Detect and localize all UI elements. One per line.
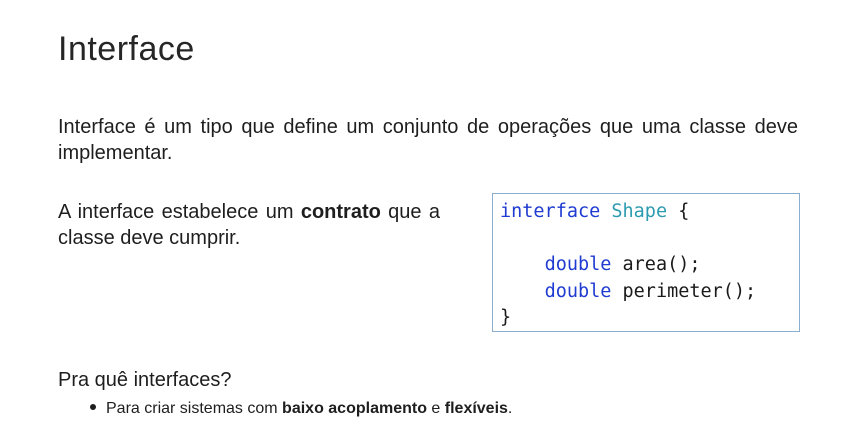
- code-interface-name: Shape: [611, 201, 668, 222]
- slide-title: Interface: [58, 30, 195, 68]
- bullet-bold-flexible: flexíveis: [444, 400, 508, 417]
- intro-paragraph: Interface é um tipo que define um conjun…: [58, 116, 798, 164]
- code-keyword-interface: interface: [500, 201, 601, 222]
- code-close-brace: }: [500, 307, 512, 328]
- code-method-perimeter: perimeter();: [622, 280, 757, 302]
- code-keyword-double-1: double: [544, 254, 612, 275]
- bullet-text-before: Para criar sistemas com: [106, 400, 283, 417]
- contract-bold: contrato: [300, 201, 381, 223]
- code-box: interface Shape { double area(); double …: [492, 193, 800, 332]
- code-method-area: area();: [622, 254, 701, 275]
- contract-text-before: A interface estabelece um: [58, 201, 301, 223]
- bullet-bold-coupling: baixo acoplamento: [282, 400, 427, 417]
- contract-paragraph: A interface estabelece um contrato que a…: [58, 199, 440, 251]
- bullet-text-middle: e: [426, 400, 445, 417]
- bullet-text: Para criar sistemas com baixo acoplament…: [106, 398, 512, 420]
- bullet-item: Para criar sistemas com baixo acoplament…: [90, 398, 512, 420]
- code-keyword-double-2: double: [544, 280, 612, 302]
- code-block: interface Shape { double area(); double …: [500, 199, 756, 332]
- why-heading: Pra quê interfaces?: [58, 369, 232, 391]
- bullet-dot-icon: [90, 404, 96, 410]
- code-open-brace: {: [678, 201, 690, 222]
- bullet-text-after: .: [507, 400, 513, 417]
